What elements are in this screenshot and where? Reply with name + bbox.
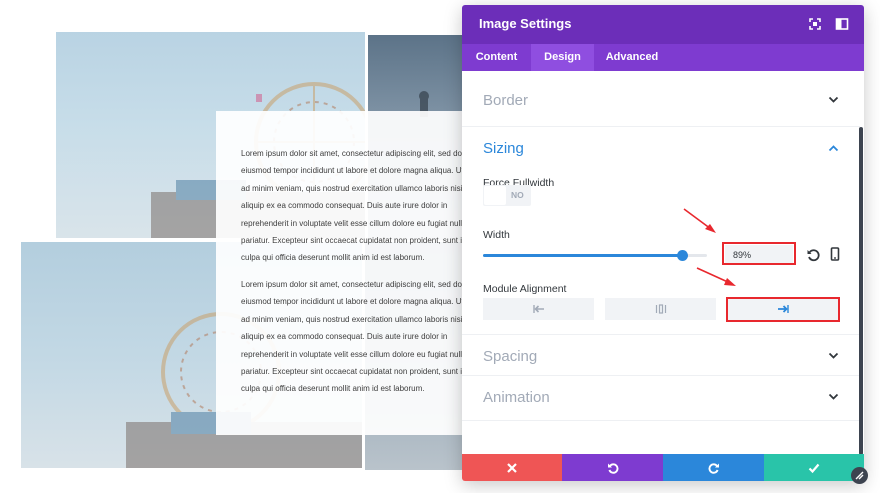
alignment-highlight-box: [726, 297, 840, 322]
section-border-label: Border: [483, 92, 529, 109]
divider: [462, 420, 860, 421]
panel-footer: [462, 454, 864, 481]
resize-icon: [855, 471, 864, 480]
align-center-icon: [655, 304, 666, 314]
chevron-down-icon: [828, 352, 839, 359]
width-label: Width: [483, 229, 510, 241]
force-fullwidth-toggle[interactable]: NO: [483, 185, 531, 206]
width-slider-handle[interactable]: [677, 250, 689, 261]
section-spacing-toggle[interactable]: Spacing: [462, 335, 864, 379]
width-slider-fill: [483, 254, 683, 257]
image-settings-panel: Image Settings Content Design Advanced B…: [462, 5, 864, 481]
panel-scrollbar[interactable]: [859, 127, 863, 455]
toggle-knob: [484, 186, 506, 205]
check-icon: [808, 463, 820, 474]
tab-advanced[interactable]: Advanced: [594, 44, 670, 71]
save-button[interactable]: [764, 454, 864, 481]
align-center-button[interactable]: [605, 298, 716, 320]
tab-design[interactable]: Design: [531, 44, 594, 71]
section-spacing-label: Spacing: [483, 348, 538, 365]
panel-header: Image Settings: [462, 5, 864, 44]
width-slider[interactable]: [483, 250, 707, 261]
redo-button[interactable]: [663, 454, 764, 481]
reset-icon[interactable]: [806, 248, 820, 262]
panel-body: Border Sizing Force Fullwidth NO Width 8…: [462, 71, 864, 454]
section-sizing-toggle[interactable]: Sizing: [462, 127, 864, 171]
toggle-value: NO: [511, 190, 524, 200]
redo-icon: [708, 463, 719, 474]
discard-button[interactable]: [462, 454, 562, 481]
tab-bar: Content Design Advanced: [462, 44, 864, 71]
chevron-down-icon: [828, 393, 839, 400]
module-alignment-label: Module Alignment: [483, 283, 567, 295]
expand-icon[interactable]: [808, 17, 822, 31]
page: Lorem ipsum dolor sit amet, consectetur …: [0, 0, 880, 493]
section-animation-label: Animation: [483, 389, 550, 406]
sidebar-layout-icon[interactable]: [835, 17, 849, 31]
align-left-icon: [532, 305, 544, 313]
panel-title: Image Settings: [479, 16, 572, 31]
text-module: Lorem ipsum dolor sit amet, consectetur …: [216, 111, 462, 435]
section-animation-toggle[interactable]: Animation: [462, 376, 864, 420]
lorem-paragraph: Lorem ipsum dolor sit amet, consectetur …: [241, 280, 462, 394]
section-border-toggle[interactable]: Border: [462, 79, 864, 123]
chevron-down-icon: [828, 96, 839, 103]
close-icon: [507, 463, 517, 473]
undo-button[interactable]: [562, 454, 663, 481]
align-left-button[interactable]: [483, 298, 594, 320]
chevron-up-icon: [828, 145, 839, 152]
mobile-icon[interactable]: [828, 247, 842, 261]
width-highlight-box: [722, 242, 796, 265]
undo-icon: [607, 463, 618, 474]
section-sizing-label: Sizing: [483, 140, 524, 157]
tab-content[interactable]: Content: [462, 44, 531, 71]
resize-handle[interactable]: [851, 467, 868, 484]
lorem-paragraph: Lorem ipsum dolor sit amet, consectetur …: [241, 149, 462, 263]
